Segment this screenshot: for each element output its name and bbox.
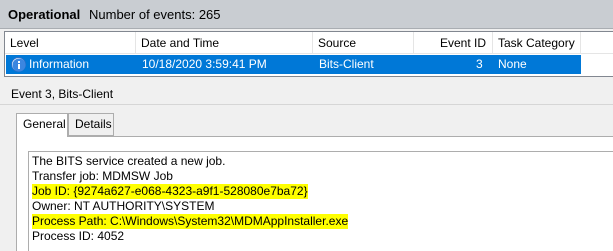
event-count: Number of events: 265 (89, 7, 221, 22)
cell-event-id: 3 (476, 57, 483, 71)
description-line-highlighted: Process Path: C:\Windows\System32\MDMApp… (32, 214, 349, 229)
cell-task-category: None (498, 57, 527, 71)
tab-general[interactable]: General (16, 113, 68, 137)
column-header-source[interactable]: Source (313, 32, 414, 54)
info-icon (11, 57, 26, 72)
log-name: Operational (8, 7, 81, 22)
description-line: Owner: NT AUTHORITY\SYSTEM (32, 199, 215, 213)
event-detail-header: Event 3, Bits-Client (0, 83, 613, 105)
description-line: Transfer job: MDMSW Job (32, 169, 173, 183)
event-detail-title: Event 3, Bits-Client (11, 87, 114, 101)
column-header-level[interactable]: Level (5, 32, 136, 54)
events-list[interactable]: Level Date and Time Source Event ID Task… (4, 31, 613, 77)
column-header-task-category[interactable]: Task Category (493, 32, 581, 54)
event-description-box[interactable]: The BITS service created a new job. Tran… (28, 151, 613, 251)
column-header-row: Level Date and Time Source Event ID Task… (5, 32, 613, 54)
description-line: Process ID: 4052 (32, 229, 125, 243)
cell-date-time: 10/18/2020 3:59:41 PM (142, 57, 267, 71)
column-header-date-time[interactable]: Date and Time (136, 32, 313, 54)
column-header-event-id[interactable]: Event ID (414, 32, 493, 54)
event-row-selected[interactable]: Information 10/18/2020 3:59:41 PM Bits-C… (6, 55, 581, 74)
tab-details[interactable]: Details (68, 113, 114, 136)
description-line: The BITS service created a new job. (32, 154, 226, 168)
description-line-highlighted: Job ID: {9274a627-e068-4323-a9f1-528080e… (32, 184, 308, 199)
cell-level: Information (29, 57, 90, 71)
cell-source: Bits-Client (319, 57, 374, 71)
log-summary-bar: Operational Number of events: 265 (0, 0, 613, 29)
